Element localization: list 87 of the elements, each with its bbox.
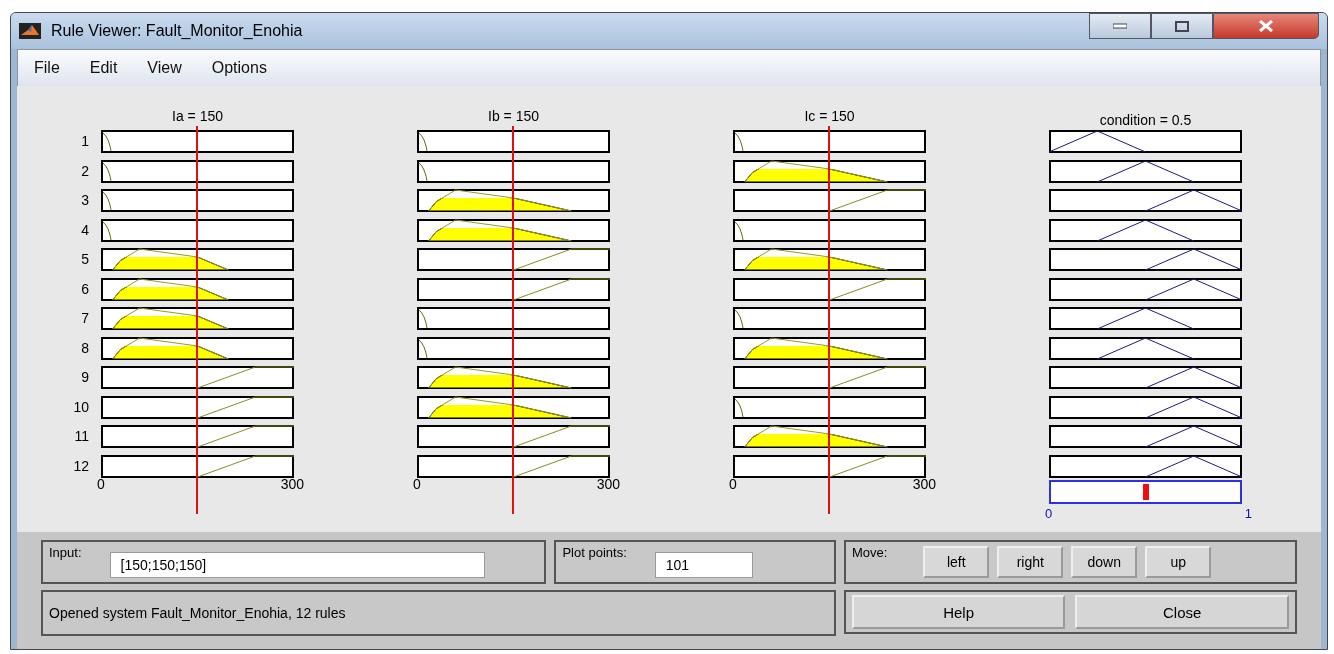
move-label: Move: — [851, 545, 888, 560]
membership-plot[interactable] — [101, 248, 294, 271]
membership-plot[interactable] — [417, 366, 610, 389]
membership-plot[interactable] — [101, 189, 294, 212]
membership-plot[interactable] — [101, 307, 294, 330]
membership-plot[interactable] — [101, 130, 294, 153]
axis-label: 0 — [97, 476, 105, 492]
rule-number: 6 — [80, 279, 90, 299]
move-button[interactable]: up — [1145, 546, 1212, 578]
minimize-button[interactable] — [1089, 13, 1151, 39]
input-label: Ia = 150 — [172, 108, 223, 124]
membership-plot[interactable] — [101, 454, 294, 478]
membership-plot[interactable] — [417, 189, 610, 212]
rule-number: 10 — [72, 397, 90, 417]
rule-number: 3 — [80, 191, 90, 210]
input-index-line[interactable] — [512, 126, 514, 514]
window-title: Rule Viewer: Fault_Monitor_Enohia — [51, 22, 303, 40]
membership-plot[interactable] — [733, 307, 926, 330]
input-index-line[interactable] — [828, 126, 830, 514]
rule-number: 1 — [80, 132, 90, 151]
input-label: Input: — [49, 545, 82, 560]
membership-plot[interactable] — [101, 218, 294, 242]
menu-item[interactable]: Options — [211, 59, 267, 77]
maximize-icon — [1175, 20, 1189, 32]
maximize-button[interactable] — [1151, 13, 1213, 39]
membership-plot[interactable] — [417, 248, 610, 271]
rule-number: 4 — [80, 220, 90, 240]
menu-item[interactable]: File — [34, 59, 60, 77]
axis-label: 0 — [1045, 506, 1053, 521]
rule-number: 9 — [80, 368, 90, 387]
rule-number: 2 — [80, 161, 90, 181]
app-icon — [19, 23, 41, 39]
membership-plot[interactable] — [417, 218, 610, 242]
membership-plot[interactable] — [101, 395, 294, 419]
input-label: Ic = 150 — [804, 108, 855, 124]
axis-label: 300 — [280, 476, 304, 492]
membership-plot[interactable] — [417, 277, 610, 301]
membership-plot[interactable] — [733, 189, 926, 212]
membership-plot[interactable] — [733, 130, 926, 153]
output-label: condition = 0.5 — [1099, 112, 1192, 128]
status-text: Opened system Fault_Monitor_Enohia, 12 rules — [49, 605, 346, 621]
membership-plot[interactable] — [101, 336, 294, 360]
input-field[interactable]: [150;150;150] — [109, 552, 485, 578]
membership-plot[interactable] — [417, 395, 610, 419]
membership-plot[interactable] — [417, 454, 610, 478]
menu-item[interactable]: Edit — [89, 59, 118, 77]
axis-label: 0 — [413, 476, 421, 492]
membership-plot[interactable] — [733, 218, 926, 242]
membership-plot[interactable] — [101, 277, 294, 301]
input-index-line[interactable] — [196, 126, 198, 514]
membership-plot[interactable] — [733, 159, 926, 183]
membership-plot[interactable] — [101, 425, 294, 448]
membership-plot[interactable] — [101, 366, 294, 389]
plot-points-label: Plot points: — [562, 545, 627, 560]
dialog-button[interactable]: Close — [1075, 595, 1289, 629]
membership-plot[interactable] — [417, 307, 610, 330]
membership-plot[interactable] — [733, 454, 926, 478]
axis-label: 300 — [596, 476, 620, 492]
membership-plot[interactable] — [733, 366, 926, 389]
membership-plot[interactable] — [733, 425, 926, 448]
membership-plot[interactable] — [417, 130, 610, 153]
input-label: Ib = 150 — [488, 108, 539, 124]
rule-number: 7 — [80, 309, 90, 328]
membership-plot[interactable] — [733, 248, 926, 271]
membership-plot[interactable] — [733, 336, 926, 360]
rule-number: 8 — [80, 338, 90, 358]
membership-plot[interactable] — [733, 395, 926, 419]
membership-plot[interactable] — [417, 159, 610, 183]
rule-number: 5 — [80, 250, 90, 269]
membership-plot[interactable] — [733, 277, 926, 301]
minimize-icon — [1113, 23, 1127, 29]
axis-label: 0 — [729, 476, 737, 492]
close-button[interactable] — [1213, 13, 1319, 39]
move-button[interactable]: right — [997, 546, 1064, 578]
membership-plot[interactable] — [101, 159, 294, 183]
move-button[interactable]: left — [923, 546, 990, 578]
menu-item[interactable]: View — [147, 59, 182, 77]
membership-plot[interactable] — [417, 336, 610, 360]
close-icon — [1258, 20, 1274, 32]
axis-label: 1 — [1244, 506, 1252, 521]
dialog-button[interactable]: Help — [851, 595, 1066, 629]
rule-number: 12 — [72, 456, 90, 476]
membership-plot[interactable] — [417, 425, 610, 448]
move-button[interactable]: down — [1071, 546, 1138, 578]
axis-label: 300 — [912, 476, 936, 492]
plot-points-field[interactable]: 101 — [654, 552, 753, 578]
rule-number: 11 — [73, 427, 90, 446]
